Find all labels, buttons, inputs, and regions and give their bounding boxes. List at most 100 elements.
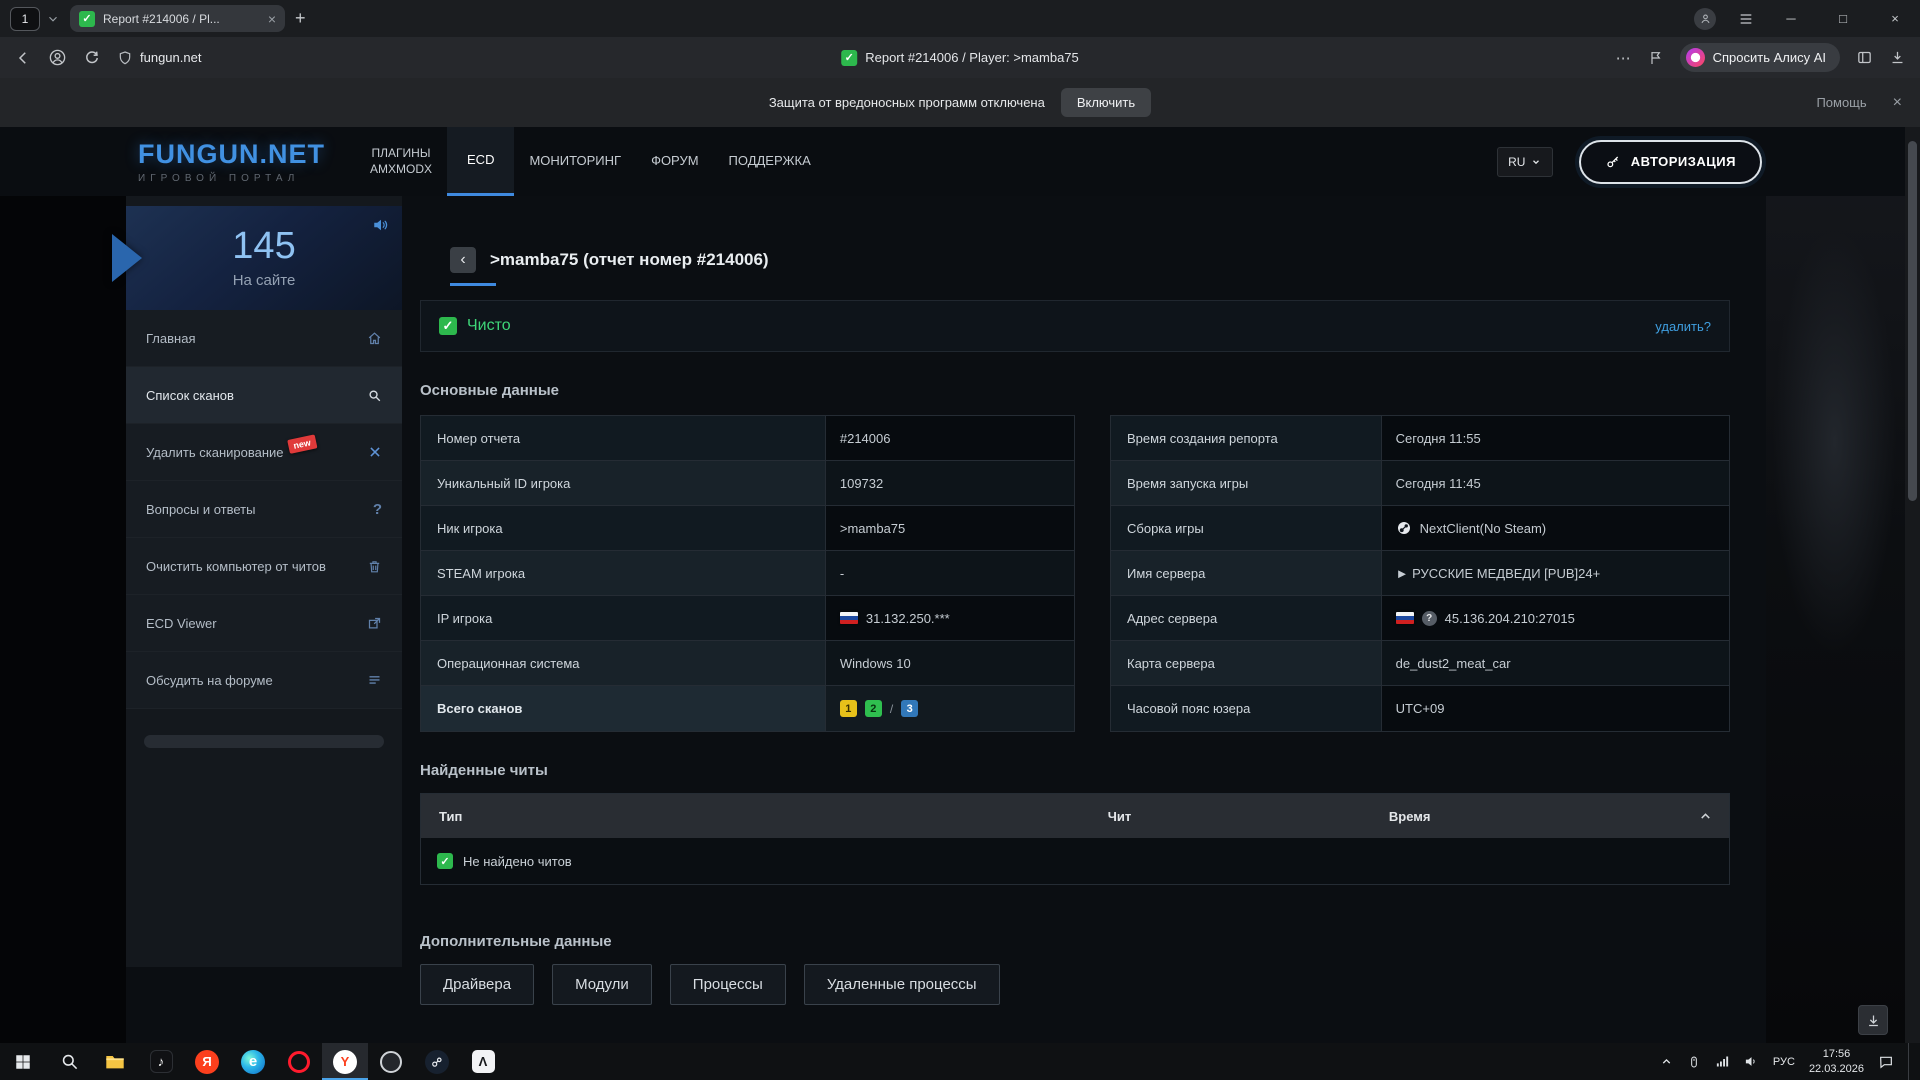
table-row: Сборка игры NextClient(No Steam): [1111, 506, 1729, 551]
sidebar-item-ecd-viewer[interactable]: ECD Viewer: [126, 595, 402, 652]
sidebar-item-clean-pc[interactable]: Очистить компьютер от читов: [126, 538, 402, 595]
sidebar-item-faq[interactable]: Вопросы и ответы ?: [126, 481, 402, 538]
cheats-table-header: Тип Чит Время: [421, 794, 1729, 838]
cheats-table: Тип Чит Время ✓ Не найдено читов: [420, 793, 1730, 885]
auth-button[interactable]: АВТОРИЗАЦИЯ: [1579, 140, 1762, 184]
sidebar-item-home[interactable]: Главная: [126, 310, 402, 367]
taskbar-search-button[interactable]: [46, 1043, 92, 1080]
page-scroll-thumb[interactable]: [1908, 141, 1917, 501]
no-cheats-text: Не найдено читов: [463, 854, 572, 869]
trash-icon: [367, 559, 382, 574]
sidebar-item-scan-list[interactable]: Список сканов: [126, 367, 402, 424]
tabstrip-right: ─ □ ×: [1694, 8, 1910, 30]
nav-item-plugins[interactable]: ПЛАГИНЫ AMXMODX: [355, 127, 447, 196]
nav-item-ecd[interactable]: ECD: [447, 127, 514, 196]
yandex-browser-button[interactable]: Y: [322, 1043, 368, 1080]
menu-icon[interactable]: [1738, 11, 1754, 27]
scan-badge-green[interactable]: 2: [865, 700, 882, 717]
sidebar-item-forum-discuss[interactable]: Обсудить на форуме: [126, 652, 402, 709]
infobar-close-icon[interactable]: ×: [1893, 94, 1902, 112]
address-bar[interactable]: fungun.net: [117, 50, 201, 66]
browser-tab[interactable]: ✓ Report #214006 / Pl... ×: [70, 5, 285, 32]
language-select[interactable]: RU: [1497, 147, 1553, 177]
tab-counter-button[interactable]: 1: [10, 7, 40, 31]
processes-button[interactable]: Процессы: [670, 964, 786, 1005]
help-link[interactable]: Помощь: [1816, 95, 1866, 110]
sidebar-scrollbar[interactable]: [144, 735, 384, 748]
system-tray: РУС 17:56 22.03.2026: [1660, 1043, 1920, 1080]
table-row: Часовой пояс юзера UTC+09: [1111, 686, 1729, 731]
scan-badge-total[interactable]: 3: [901, 700, 918, 717]
row-value-text: de_dust2_meat_car: [1396, 656, 1511, 671]
round-app-button[interactable]: [368, 1043, 414, 1080]
section-cheats-heading: Найденные читы: [420, 762, 1730, 779]
speaker-icon[interactable]: [372, 216, 390, 234]
profile-avatar[interactable]: [1694, 8, 1716, 30]
info-table-right: Время создания репорта Сегодня 11:55 Вре…: [1110, 415, 1730, 732]
nav-item-monitoring[interactable]: МОНИТОРИНГ: [514, 127, 636, 196]
edge-button[interactable]: e: [230, 1043, 276, 1080]
removed-processes-button[interactable]: Удаленные процессы: [804, 964, 1000, 1005]
back-icon[interactable]: [14, 49, 32, 67]
side-panel-icon[interactable]: [1856, 49, 1873, 66]
start-button[interactable]: [0, 1043, 46, 1080]
network-icon[interactable]: [1715, 1054, 1730, 1069]
download-icon[interactable]: [1889, 49, 1906, 66]
row-value: ► РУССКИЕ МЕДВЕДИ [PUB]24+: [1382, 551, 1729, 595]
drivers-button[interactable]: Драйвера: [420, 964, 534, 1005]
scroll-download-button[interactable]: [1858, 1005, 1888, 1035]
auth-label: АВТОРИЗАЦИЯ: [1631, 154, 1736, 169]
row-value-text: 31.132.250.***: [866, 611, 950, 626]
scan-badge-yellow[interactable]: 1: [840, 700, 857, 717]
search-icon: [60, 1052, 79, 1071]
window-minimize-button[interactable]: ─: [1776, 11, 1806, 26]
tray-chevron-up-icon[interactable]: [1660, 1055, 1673, 1068]
row-value: ? 45.136.204.210:27015: [1382, 596, 1729, 640]
nav-item-forum[interactable]: ФОРУМ: [636, 127, 713, 196]
collapse-caret-icon[interactable]: [1698, 809, 1713, 824]
chevron-down-icon[interactable]: [46, 12, 60, 26]
row-value: NextClient(No Steam): [1382, 506, 1729, 550]
opera-button[interactable]: [276, 1043, 322, 1080]
device-icon[interactable]: [1687, 1055, 1701, 1069]
new-tab-button[interactable]: +: [295, 8, 306, 29]
background-art: [1766, 127, 1905, 1043]
white-app-button[interactable]: Λ: [460, 1043, 506, 1080]
tab-close-icon[interactable]: ×: [268, 11, 276, 27]
modules-button[interactable]: Модули: [552, 964, 652, 1005]
row-value: Windows 10: [826, 641, 1074, 685]
refresh-icon[interactable]: [83, 49, 101, 67]
action-center-icon[interactable]: [1878, 1054, 1894, 1070]
profile-icon[interactable]: [48, 48, 67, 67]
play-arrow-icon: [112, 234, 142, 282]
steam-button[interactable]: [414, 1043, 460, 1080]
file-explorer-button[interactable]: [92, 1043, 138, 1080]
online-counter: 145 На сайте: [126, 206, 402, 310]
window-maximize-button[interactable]: □: [1828, 11, 1858, 26]
row-value: Сегодня 11:55: [1382, 416, 1729, 460]
enable-protection-button[interactable]: Включить: [1061, 88, 1151, 117]
no-cheats-check-icon: ✓: [437, 853, 453, 869]
alice-button[interactable]: Спросить Алису AI: [1680, 43, 1840, 72]
infobar-message: Защита от вредоносных программ отключена: [769, 95, 1045, 110]
yandex-app-button[interactable]: Я: [184, 1043, 230, 1080]
logo-text: FUNGUN.NET: [138, 139, 325, 170]
sidebar-item-delete-scan[interactable]: Удалить сканирование new: [126, 424, 402, 481]
nav-item-support[interactable]: ПОДДЕРЖКА: [714, 127, 826, 196]
back-button[interactable]: ‹: [450, 247, 476, 273]
row-value-text: NextClient(No Steam): [1420, 521, 1546, 536]
tiktok-button[interactable]: ♪: [138, 1043, 184, 1080]
clock[interactable]: 17:56 22.03.2026: [1809, 1047, 1864, 1077]
sidebar-item-label: Очистить компьютер от читов: [146, 559, 326, 574]
window-close-button[interactable]: ×: [1880, 11, 1910, 26]
page-scrollbar: [1905, 127, 1920, 1043]
online-count: 145: [232, 227, 295, 265]
bookmark-flag-icon[interactable]: [1648, 50, 1664, 66]
keyboard-language[interactable]: РУС: [1773, 1056, 1795, 1068]
site-logo[interactable]: FUNGUN.NET ИГРОВОЙ ПОРТАЛ: [138, 139, 325, 184]
more-icon[interactable]: ⋯: [1616, 49, 1632, 67]
info-circle-icon[interactable]: ?: [1422, 611, 1437, 626]
show-desktop-button[interactable]: [1908, 1043, 1914, 1080]
delete-report-link[interactable]: удалить?: [1655, 319, 1711, 334]
volume-icon[interactable]: [1744, 1054, 1759, 1069]
